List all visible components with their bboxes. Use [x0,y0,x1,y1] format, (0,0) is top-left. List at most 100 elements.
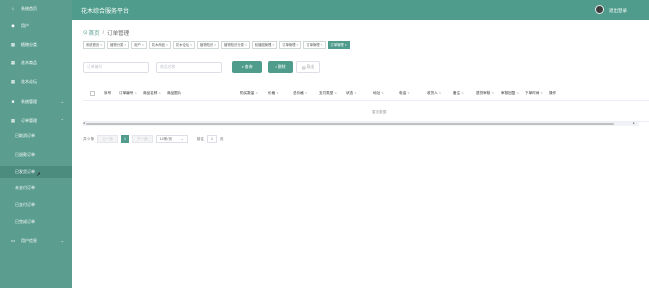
tab-orders-2[interactable]: 订单管理 × [303,41,326,49]
col-label: 状态 [346,91,354,95]
order-no-input[interactable]: 订单编号 [83,62,149,73]
col-address[interactable]: 地址⇅ [373,91,384,96]
tab-flower-goods[interactable]: 花木商品 × [148,41,171,49]
sort-icon[interactable]: ⇅ [516,91,519,95]
scroll-left-icon[interactable]: ◂ [83,121,85,125]
col-actions: 操作 [549,91,557,95]
delete-button[interactable]: ▪ 删除 [268,61,293,73]
close-icon[interactable]: × [100,43,102,47]
close-icon[interactable]: × [321,43,323,47]
sort-icon[interactable]: ⇅ [305,91,308,95]
scroll-thumb[interactable] [86,123,614,125]
sidebar-sub-cancelled-orders[interactable]: 已取消订单 [0,130,72,142]
sidebar-sub-refunded-orders[interactable]: 已退款订单 [0,149,72,161]
tab-plant-knowledge[interactable]: 植物知识 × [197,41,220,49]
page-number-current[interactable]: 1 [120,135,129,143]
col-pay-type[interactable]: 支付类型⇅ [319,91,337,96]
tab-orders-active[interactable]: 订单管理 × [327,41,350,49]
horizontal-scrollbar[interactable]: ◂ [83,121,639,126]
col-return-review[interactable]: 退货审核⇅ [476,91,494,96]
tab-knowledge-category[interactable]: 植物知识分类 × [221,41,250,49]
col-goods-image: 商品图片 [167,91,181,96]
sort-icon[interactable]: ⇅ [334,91,337,95]
tab-forum[interactable]: 花木论坛 × [172,41,196,49]
tab-user[interactable]: 用户 × [131,41,147,49]
sort-icon[interactable]: ⇅ [540,91,543,95]
sort-icon[interactable]: ⇅ [255,91,258,95]
close-icon[interactable]: × [190,43,192,47]
search-button[interactable]: ⌕ 查询 [232,61,262,73]
sort-icon[interactable]: ⇅ [461,91,464,95]
avatar[interactable] [595,5,604,14]
page-size-select[interactable]: 10条/页 ⌄ [155,135,188,143]
sidebar-sub-paid-orders[interactable]: 已支付订单 [0,199,72,211]
sidebar-item-label: 系统首页 [21,5,37,11]
tab-label: 订单管理 [330,43,344,48]
sidebar-item-home[interactable]: ⌂ 系统首页 [0,2,72,15]
close-icon[interactable]: × [124,43,126,47]
scroll-right-icon[interactable]: ▸ [633,121,635,125]
close-icon[interactable]: × [214,43,216,47]
logout-link[interactable]: 退出登录 [609,8,627,14]
sidebar-item-label: 订单管理 [21,117,37,123]
next-page-button[interactable]: 下一页 [131,135,153,143]
col-order-no[interactable]: 订单编号⇅ [119,91,137,96]
col-total-price[interactable]: 总价格⇅ [293,91,307,96]
col-status[interactable]: 状态⇅ [346,91,357,96]
sidebar-sub-completed-orders[interactable]: 已完成订单 [0,216,72,228]
export-button[interactable]: ▤ 导出 [296,61,320,73]
col-consignee[interactable]: 收货人⇅ [427,91,441,96]
total-count: 共 0 条 [83,136,95,141]
tab-orders-1[interactable]: 订单管理 × [279,41,302,49]
sidebar-item-plant-category[interactable]: ▦ 植物分类 [0,38,72,51]
col-phone[interactable]: 电话⇅ [399,91,410,96]
goto-page-input[interactable]: 1 [206,135,217,143]
close-icon[interactable]: × [296,43,298,47]
sidebar-sub-unpaid-orders[interactable]: 未支付订单 [0,182,72,194]
col-review-reply[interactable]: 审核回复⇅ [501,91,519,96]
tab-home[interactable]: 系统首页 × [83,41,106,49]
sidebar-item-flower-goods[interactable]: ▦ 花木商品 [0,56,72,69]
col-label: 商品名称 [143,91,158,95]
search-button-label: 查询 [244,64,253,69]
tab-label: 植物分类 [110,43,124,48]
breadcrumb-separator: / [102,30,105,36]
col-order-time[interactable]: 下单时间⇅ [525,91,543,96]
table-header: 序号 订单编号⇅ 商品名称⇅ 商品图片 购买数量⇅ 价格⇅ 总价格⇅ 支付类型⇅… [83,86,649,101]
sort-icon[interactable]: ⇅ [491,91,494,95]
breadcrumb-home[interactable]: 首页 [89,29,100,37]
sort-icon[interactable]: ⇅ [354,91,357,95]
close-icon[interactable]: × [142,43,144,47]
sidebar-item-system[interactable]: ■ 系统管理 ⌄ [0,95,72,108]
col-goods-name[interactable]: 商品名称⇅ [143,91,161,96]
sidebar-item-orders[interactable]: ▦ 订单管理 ⌃ [0,114,72,127]
page-suffix: 页 [219,136,224,141]
select-all-checkbox[interactable] [90,91,95,96]
close-icon[interactable]: × [345,43,347,47]
sidebar-item-user-info[interactable]: ▭ 用户信息 ⌄ [0,234,72,247]
close-icon[interactable]: × [166,43,168,47]
tab-plant-category[interactable]: 植物分类 × [107,41,130,49]
sidebar-item-label: 花木商品 [21,59,37,65]
sort-icon[interactable]: ⇅ [439,91,442,95]
sidebar-item-forum[interactable]: ▦ 花木论坛 [0,75,72,88]
goods-name-input[interactable]: 商品名称 [156,62,222,73]
col-quantity[interactable]: 购买数量⇅ [240,91,258,96]
sort-icon[interactable]: ⇅ [381,91,384,95]
col-price[interactable]: 价格⇅ [268,91,279,96]
chevron-down-icon: ⌄ [180,137,184,141]
close-icon[interactable]: × [272,43,274,47]
tab-label: 植物知识分类 [224,43,244,48]
sort-icon[interactable]: ⇅ [407,91,410,95]
sort-icon[interactable]: ⇅ [134,91,137,95]
tab-carousel[interactable]: 轮播图管理 × [251,41,278,49]
sort-icon[interactable]: ⇅ [276,91,279,95]
prev-page-button[interactable]: 上一页 [97,135,118,143]
goto-label: 前往 [196,136,204,141]
breadcrumb-current: 订单管理 [107,31,130,37]
close-icon[interactable]: × [245,43,247,47]
col-remark[interactable]: 备注⇅ [453,91,464,96]
sidebar-item-label: 用户 [21,22,29,28]
sidebar-item-user[interactable]: ◆ 用户 [0,19,72,32]
sort-icon[interactable]: ⇅ [158,91,161,95]
